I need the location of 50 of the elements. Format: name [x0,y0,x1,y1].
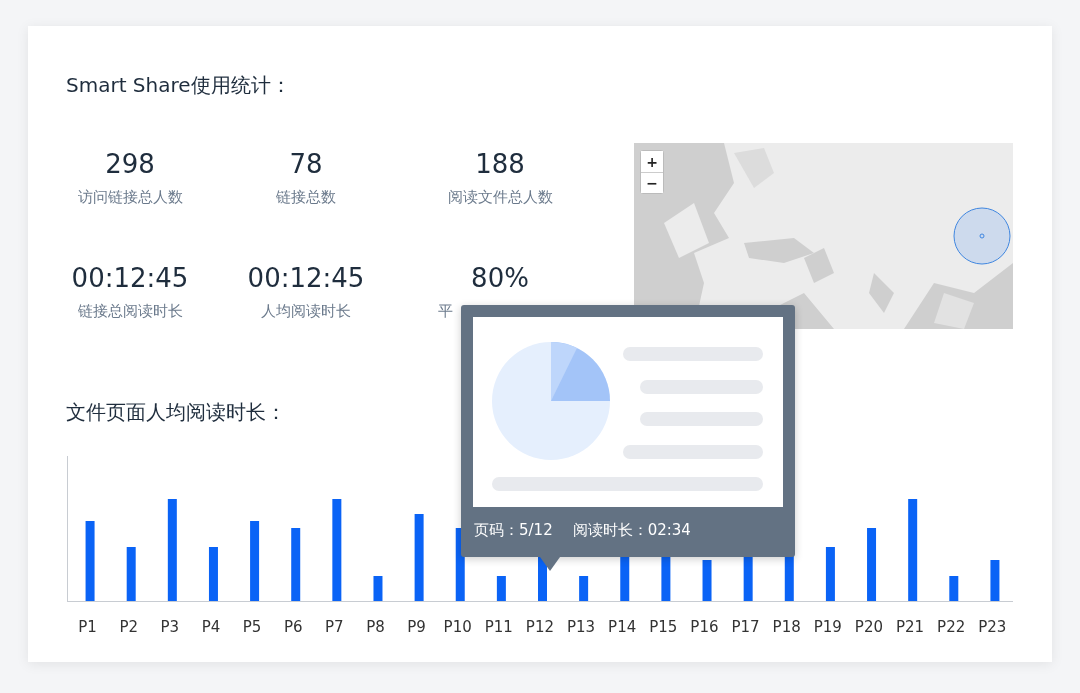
stat-label: 访问链接总人数 [77,187,183,207]
zoom-out-button[interactable]: − [641,172,663,193]
axis-label: P12 [524,617,555,638]
stat-value: 00:12:45 [247,262,365,295]
stat-label: 人均阅读时长 [261,301,351,321]
bar [496,576,506,601]
bar [208,547,218,601]
stat-value: 188 [475,148,525,181]
bar [949,576,959,601]
section-title: Smart Share使用统计： [66,72,292,98]
axis-label: P14 [607,617,638,638]
stat-value: 298 [105,148,155,181]
axis-label: P16 [689,617,720,638]
axis-label: P9 [406,617,427,638]
axis-label: P18 [771,617,802,638]
stat-value: 80% [471,262,529,295]
stat-label: 阅读文件总人数 [447,187,553,207]
axis-label: P8 [365,617,386,638]
bar [702,560,712,601]
axis-label: P6 [282,617,304,638]
axis-label: P11 [483,617,514,638]
axis-label: P2 [118,617,139,638]
zoom-control[interactable]: + − [640,150,664,194]
bar [373,576,383,601]
axis-label: P7 [324,617,345,638]
bar [825,547,835,601]
axis-label: P4 [200,617,222,638]
stat-label: 链接总数 [276,187,336,207]
chart-title: 文件页面人均阅读时长： [66,399,287,425]
page-number: 页码：5/12 [474,520,553,541]
axis-label: P5 [241,617,263,638]
stat-value: 00:12:45 [71,262,189,295]
axis-label: P19 [812,617,843,638]
axis-label: P1 [77,617,98,638]
axis-label: P10 [442,617,473,638]
stat-value: 78 [289,148,323,181]
bar [579,576,589,601]
axis-label: P22 [936,617,967,638]
axis-label: P21 [895,617,926,638]
axis-label: P23 [977,617,1008,638]
axis-label: P17 [730,617,761,638]
axis-label: P13 [566,617,597,638]
axis-label: P20 [853,617,884,638]
axis-label: P15 [648,617,679,638]
axis-label: P3 [159,617,181,638]
bar [126,547,136,601]
stat-label: 平 [438,301,453,321]
stat-label: 链接总阅读时长 [77,301,183,321]
reading-time: 阅读时长：02:34 [572,520,691,541]
bar [990,560,1000,601]
